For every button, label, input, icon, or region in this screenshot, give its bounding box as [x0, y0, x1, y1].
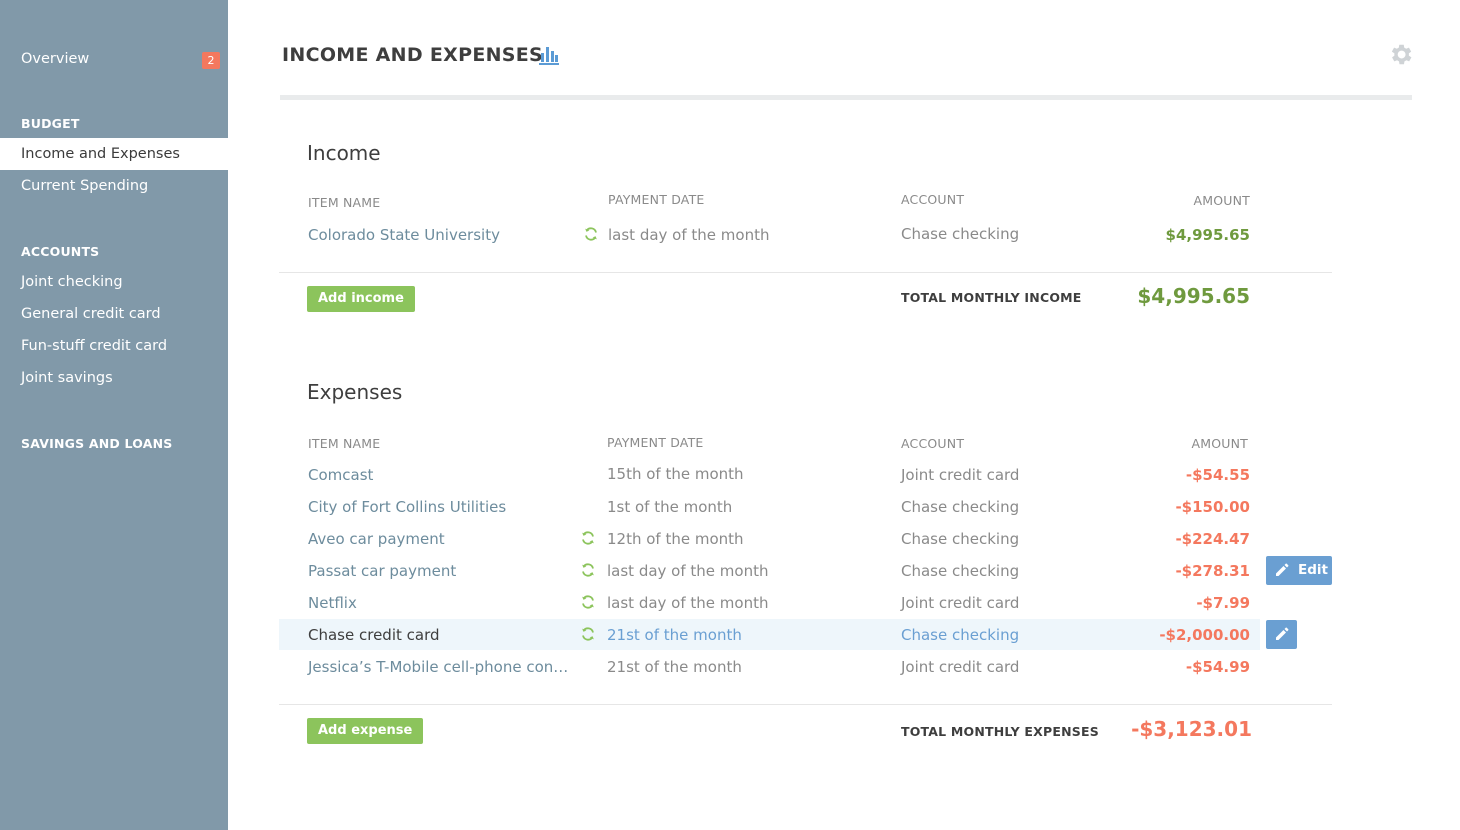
- sidebar-item-label: Income and Expenses: [21, 146, 180, 162]
- recurring-sync-icon: [582, 531, 594, 545]
- section-heading-budget: BUDGET: [21, 116, 80, 131]
- sidebar-item-fun-stuff-credit-card[interactable]: Fun-stuff credit card: [0, 330, 228, 362]
- account: Chase checking: [901, 562, 1020, 580]
- page-title: INCOME AND EXPENSES: [282, 44, 544, 66]
- column-header-amount: AMOUNT: [1191, 436, 1248, 451]
- sidebar-item-joint-checking[interactable]: Joint checking: [0, 266, 228, 298]
- sidebar-item-joint-savings[interactable]: Joint savings: [0, 362, 228, 394]
- payment-date: 12th of the month: [607, 530, 744, 548]
- sidebar-item-label: Overview: [21, 51, 90, 67]
- edit-icon-button[interactable]: [1266, 620, 1297, 649]
- add-income-button[interactable]: Add income: [307, 286, 415, 312]
- recurring-sync-icon: [582, 627, 594, 641]
- sidebar-item-label: Current Spending: [21, 178, 149, 194]
- sidebar-item-current-spending[interactable]: Current Spending: [0, 170, 228, 202]
- item-name[interactable]: Netflix: [308, 594, 357, 612]
- header-divider: [280, 95, 1412, 100]
- payment-date[interactable]: 21st of the month: [607, 626, 742, 644]
- expenses-section-title: Expenses: [307, 380, 403, 404]
- item-name[interactable]: Passat car payment: [308, 562, 456, 580]
- divider: [279, 272, 1332, 273]
- account: Chase checking: [901, 225, 1020, 243]
- sidebar-item-label: Joint savings: [21, 370, 113, 386]
- recurring-sync-icon: [585, 227, 597, 241]
- account[interactable]: Chase checking: [901, 626, 1019, 644]
- sidebar-item-label: Joint checking: [21, 274, 123, 290]
- edit-button-label: Edit: [1298, 562, 1328, 578]
- account: Joint credit card: [901, 658, 1020, 676]
- payment-date: 21st of the month: [607, 658, 742, 676]
- amount: -$54.55: [1185, 466, 1250, 484]
- item-name[interactable]: Chase credit card: [308, 626, 440, 644]
- pencil-icon: [1276, 627, 1289, 640]
- amount: $4,995.65: [1165, 226, 1250, 244]
- bar-chart-icon[interactable]: [538, 45, 560, 65]
- column-header-amount: AMOUNT: [1193, 193, 1250, 208]
- item-name[interactable]: Aveo car payment: [308, 530, 445, 548]
- payment-date: 1st of the month: [607, 498, 733, 516]
- payment-date: last day of the month: [608, 226, 770, 244]
- payment-date: 15th of the month: [607, 465, 744, 483]
- amount: -$224.47: [1175, 530, 1250, 548]
- account: Chase checking: [901, 498, 1020, 516]
- total-income-value: $4,995.65: [1137, 284, 1250, 308]
- recurring-sync-icon: [582, 595, 594, 609]
- item-name[interactable]: Comcast: [308, 466, 373, 484]
- payment-date: last day of the month: [607, 594, 769, 612]
- sidebar-item-income-and-expenses[interactable]: Income and Expenses: [0, 138, 228, 170]
- column-header-account: ACCOUNT: [901, 436, 965, 451]
- income-section-title: Income: [307, 141, 381, 165]
- payment-date: last day of the month: [607, 562, 769, 580]
- amount: -$54.99: [1185, 658, 1250, 676]
- account: Chase checking: [901, 530, 1020, 548]
- account: Joint credit card: [901, 594, 1020, 612]
- amount[interactable]: -$2,000.00: [1090, 626, 1250, 644]
- column-header-item-name: ITEM NAME: [308, 195, 381, 210]
- pencil-icon: [1276, 563, 1289, 576]
- sidebar: Overview 2 BUDGET Income and Expenses Cu…: [0, 0, 228, 830]
- column-header-account: ACCOUNT: [901, 192, 965, 207]
- add-expense-button[interactable]: Add expense: [307, 718, 424, 744]
- column-header-payment-date: PAYMENT DATE: [608, 192, 705, 207]
- notification-badge: 2: [202, 52, 220, 69]
- item-name[interactable]: Jessica’s T-Mobile cell-phone con…: [308, 658, 568, 676]
- divider: [279, 704, 1332, 705]
- item-name[interactable]: City of Fort Collins Utilities: [308, 498, 506, 516]
- item-name[interactable]: Colorado State University: [308, 226, 500, 244]
- amount: -$7.99: [1196, 594, 1250, 612]
- gear-icon[interactable]: [1387, 41, 1414, 68]
- sidebar-item-overview[interactable]: Overview: [0, 43, 228, 75]
- column-header-item-name: ITEM NAME: [308, 436, 381, 451]
- total-expenses-value: -$3,123.01: [1131, 717, 1252, 741]
- amount: -$150.00: [1175, 498, 1250, 516]
- sidebar-item-label: General credit card: [21, 306, 161, 322]
- section-heading-savings-and-loans[interactable]: SAVINGS AND LOANS: [21, 436, 172, 451]
- column-header-payment-date: PAYMENT DATE: [607, 435, 704, 450]
- sidebar-item-label: Fun-stuff credit card: [21, 338, 168, 354]
- section-heading-accounts: ACCOUNTS: [21, 244, 100, 259]
- sidebar-item-general-credit-card[interactable]: General credit card: [0, 298, 228, 330]
- amount: -$278.31: [1175, 562, 1250, 580]
- edit-button[interactable]: Edit: [1266, 556, 1332, 585]
- recurring-sync-icon: [582, 563, 594, 577]
- account: Joint credit card: [901, 466, 1020, 484]
